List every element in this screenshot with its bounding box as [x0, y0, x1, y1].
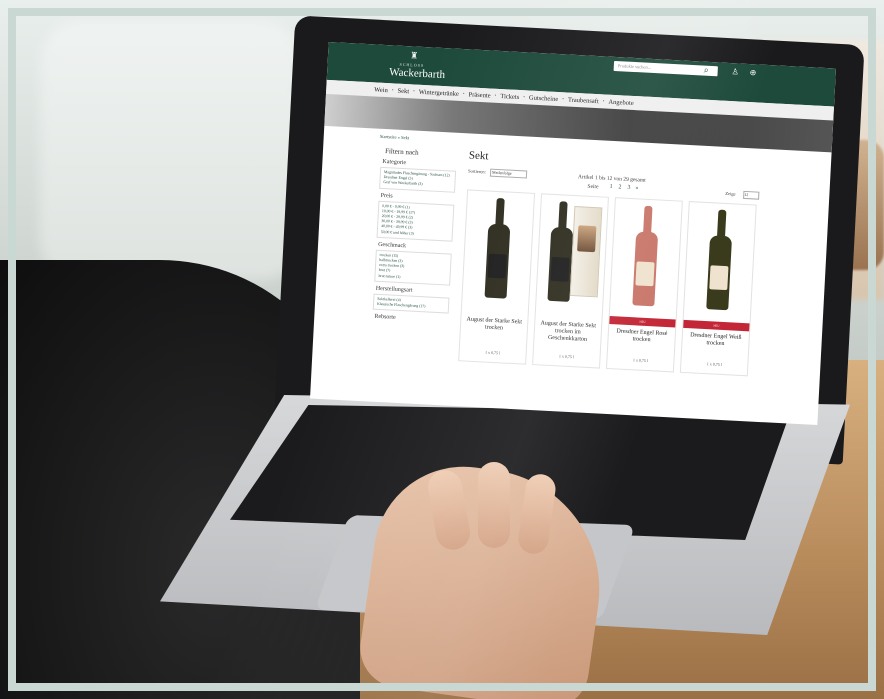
product-card[interactable]: August der Starke Sekt trocken im Gesche… [532, 193, 609, 369]
product-listing: Sekt Sortieren: Meilenfolge Artikel 1 bi… [456, 149, 769, 424]
search-input[interactable]: Produkte suchen... [613, 60, 718, 77]
filter-box: Sektkellerei (4) Klassische Flaschengäru… [372, 293, 450, 314]
page-link[interactable]: 1 [609, 184, 612, 190]
nav-item-tickets[interactable]: Tickets [500, 93, 519, 101]
bottle-label [487, 253, 507, 279]
page-label: Seite [587, 183, 599, 191]
product-card[interactable]: NEU Dresdner Engel Rosé trocken 1 x 0,75… [605, 197, 683, 373]
filter-box: 0,00 € - 9,99 € (1) 10,00 € - 19,99 € (1… [376, 200, 455, 242]
portrait-image [577, 225, 597, 253]
bottle-image [484, 197, 512, 299]
product-size: 1 x 0,75 l [706, 361, 723, 367]
nav-item-angebote[interactable]: Angebote [608, 98, 634, 106]
nav-item-traubensaft[interactable]: Traubensaft [568, 96, 599, 105]
product-name[interactable]: Dresdner Engel Rosé trocken [610, 328, 673, 345]
search-icon[interactable]: ⌕ [703, 65, 715, 77]
product-card[interactable]: NEU Dresdner Engel Weiß trocken 1 x 0,75… [679, 201, 757, 377]
bottle-image [706, 209, 733, 311]
nav-item-wintergetraenke[interactable]: Wintergetränke [419, 88, 459, 97]
bottle-label [550, 256, 570, 282]
bottle-label [709, 265, 729, 291]
finger [478, 462, 510, 548]
product-name[interactable]: August der Starke Sekt trocken [463, 316, 526, 333]
product-name[interactable]: August der Starke Sekt trocken im Gesche… [536, 320, 599, 344]
product-size: 1 x 0,75 l [632, 357, 649, 364]
breadcrumb-current: Sekt [400, 134, 410, 141]
product-size: 1 x 0,75 l [484, 349, 501, 356]
filter-sidebar: Filtern nach Kategorie Magnitudes Flasch… [368, 145, 458, 409]
bottle-image [632, 205, 659, 307]
user-icon[interactable]: ♙ [731, 67, 742, 78]
cart-icon[interactable]: ⊕ [749, 68, 760, 79]
breadcrumb: Startseite » Sekt [379, 133, 410, 141]
product-card[interactable]: August der Starke Sekt trocken 1 x 0,75 … [458, 189, 536, 365]
sort-label: Sortieren: [468, 168, 486, 175]
next-page-link[interactable]: » [635, 185, 638, 191]
product-grid: August der Starke Sekt trocken 1 x 0,75 … [458, 189, 767, 384]
crest-icon: ♜ [409, 50, 419, 61]
gift-box-image [569, 206, 603, 298]
page-link[interactable]: 2 [618, 184, 621, 190]
new-ribbon: NEU [683, 319, 750, 332]
filter-group-label: Rebsorte [374, 313, 396, 322]
per-page-select[interactable]: 12 [743, 190, 760, 200]
product-size: 1 x 0,75 l [558, 353, 575, 360]
laptop-screen: ♜ SCHLOSS Wackerbarth Produkte suchen...… [310, 41, 836, 426]
brand-logo[interactable]: Wackerbarth [389, 66, 445, 81]
photo-scene: ♜ SCHLOSS Wackerbarth Produkte suchen...… [0, 0, 884, 699]
filter-box: Magnitudes Flaschengärung - Sachsen (12)… [379, 166, 457, 193]
new-ribbon: NEU [609, 316, 676, 328]
background-blur [40, 20, 300, 280]
nav-item-wein[interactable]: Wein [374, 86, 388, 94]
nav-item-gutscheine[interactable]: Gutscheine [529, 94, 559, 103]
show-label: Zeige [725, 190, 736, 197]
filter-title: Filtern nach [384, 147, 419, 157]
nav-item-sekt[interactable]: Sekt [397, 87, 409, 95]
product-name[interactable]: Dresdner Engel Weiß trocken [684, 332, 747, 349]
page-link[interactable]: 3 [627, 185, 630, 191]
breadcrumb-home[interactable]: Startseite [380, 134, 397, 140]
nav-item-praesente[interactable]: Präsente [468, 91, 490, 99]
filter-box: trocken (15) halbtrocken (3) extra trock… [374, 249, 452, 286]
bottle-label [635, 261, 655, 287]
